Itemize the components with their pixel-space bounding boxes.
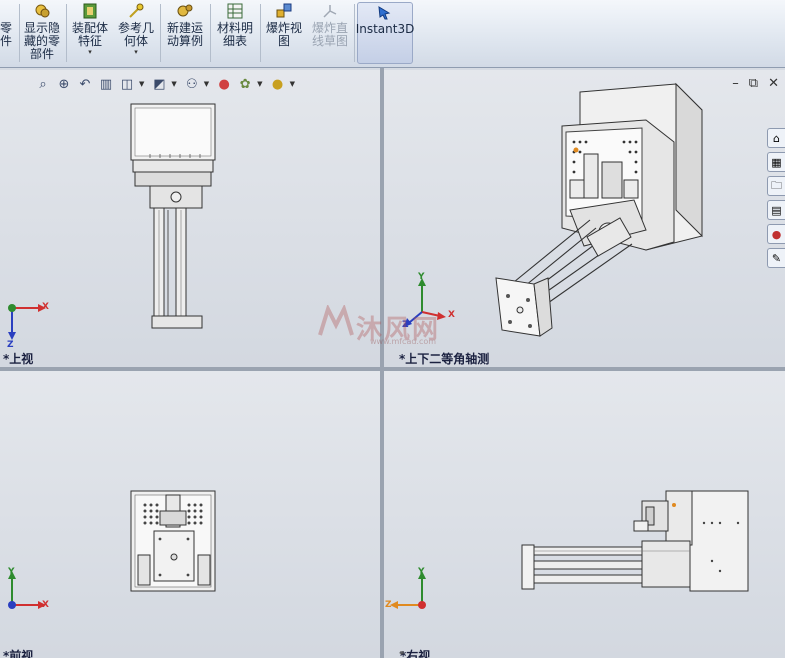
chevron-down-icon[interactable]: ▼	[204, 80, 209, 88]
exploded-view-icon	[276, 3, 292, 18]
display-style-icon[interactable]: ◩	[150, 75, 168, 93]
viewport-splitter-vertical[interactable]	[380, 68, 384, 658]
motion-study-icon	[177, 4, 193, 17]
minimize-icon[interactable]: –	[732, 76, 739, 91]
edit-appearance-icon[interactable]: ●	[215, 75, 233, 93]
hide-show-items-icon[interactable]: ⚇	[183, 75, 201, 93]
axis-triad	[390, 571, 426, 609]
section-view-icon[interactable]: ▥	[97, 75, 115, 93]
z-axis-label: Z	[385, 600, 392, 610]
z-axis-label: Z	[402, 320, 409, 330]
heads-up-view-toolbar: ⌕ ⊕ ↶ ▥ ◫ ▼ ◩ ▼ ⚇ ▼ ● ✿ ▼ ● ▼	[34, 74, 298, 94]
home-icon[interactable]: ⌂	[767, 128, 785, 148]
link-views-icon[interactable]: ⚭	[398, 649, 406, 658]
task-pane-tabs: ⌂ ▦ 🗀 ▤ ● ✎	[767, 128, 785, 268]
previous-view-icon[interactable]: ↶	[76, 75, 94, 93]
viewport-label-isometric: *上下二等角轴测	[399, 352, 490, 366]
chevron-down-icon[interactable]: ▼	[171, 80, 176, 88]
explode-line-sketch-button[interactable]: 爆炸直 线草图	[308, 2, 352, 64]
new-motion-study-button[interactable]: 新建运 动算例	[162, 2, 208, 64]
chevron-down-icon[interactable]: ▼	[139, 80, 144, 88]
instant3d-icon	[378, 6, 391, 20]
apply-scene-icon[interactable]: ✿	[236, 75, 254, 93]
appearances-icon[interactable]: ●	[767, 224, 785, 244]
bom-icon	[227, 3, 243, 19]
viewport-label-front: *前视	[3, 649, 34, 658]
axis-triad	[8, 304, 46, 340]
y-axis-label: Y	[418, 567, 425, 577]
zoom-to-area-icon[interactable]: ⊕	[55, 75, 73, 93]
reference-geometry-button[interactable]: 参考几 何体 ▾	[114, 2, 158, 64]
viewport-splitter-horizontal[interactable]	[0, 367, 785, 371]
chevron-down-icon[interactable]: ▼	[257, 80, 262, 88]
zoom-to-fit-icon[interactable]: ⌕	[34, 75, 52, 93]
explode-line-icon	[323, 5, 337, 18]
assembly-feature-icon	[83, 3, 97, 19]
custom-properties-icon[interactable]: ✎	[767, 248, 785, 268]
restore-icon[interactable]: ⧉	[749, 76, 758, 91]
chevron-down-icon[interactable]: ▼	[290, 80, 295, 88]
bill-of-materials-button[interactable]: 材料明 细表	[212, 2, 258, 64]
chevron-down-icon[interactable]: ▾	[88, 48, 92, 56]
viewport-label-top: *上视	[3, 352, 34, 366]
instant3d-button[interactable]: Instant3D	[356, 2, 414, 64]
view-settings-icon[interactable]: ●	[269, 75, 287, 93]
x-axis-label: X	[42, 600, 49, 610]
x-axis-label: X	[42, 302, 49, 312]
y-axis-label: Y	[8, 567, 15, 577]
chevron-down-icon[interactable]: ▾	[134, 48, 138, 56]
assembly-feature-button[interactable]: 装配体 特征 ▾	[68, 2, 112, 64]
command-manager-ribbon: 零 件 显示隐 藏的零 部件 装配体 特征 ▾ 参考几 何体 ▾ 新建运 动算例…	[0, 0, 785, 68]
component-icon	[0, 2, 15, 20]
reference-geometry-icon	[129, 3, 144, 18]
insert-component-button[interactable]: 零 件	[0, 2, 16, 64]
z-axis-label: Z	[7, 340, 14, 350]
exploded-view-button[interactable]: 爆炸视 图	[262, 2, 306, 64]
right-view-model	[521, 490, 749, 592]
show-hidden-components-button[interactable]: 显示隐 藏的零 部件	[20, 2, 64, 64]
design-library-icon[interactable]: ▦	[767, 152, 785, 172]
viewport-isometric[interactable]: Y X Z *上下二等角轴测	[384, 70, 785, 367]
view-palette-icon[interactable]: ▤	[767, 200, 785, 220]
document-window-controls: – ⧉ ✕	[732, 76, 779, 91]
solidworks-window: 零 件 显示隐 藏的零 部件 装配体 特征 ▾ 参考几 何体 ▾ 新建运 动算例…	[0, 0, 785, 658]
x-axis-label: X	[448, 310, 455, 320]
view-orientation-icon[interactable]: ◫	[118, 75, 136, 93]
viewport-front[interactable]: Y X *前视	[0, 371, 380, 658]
close-icon[interactable]: ✕	[768, 76, 779, 91]
file-explorer-icon[interactable]: 🗀	[767, 176, 785, 196]
show-hidden-icon	[35, 4, 50, 18]
y-axis-label: Y	[418, 272, 425, 282]
viewport-right[interactable]: Y Z *右视 ⚭	[384, 371, 785, 658]
viewport-top[interactable]: X Z *上视	[0, 70, 380, 367]
